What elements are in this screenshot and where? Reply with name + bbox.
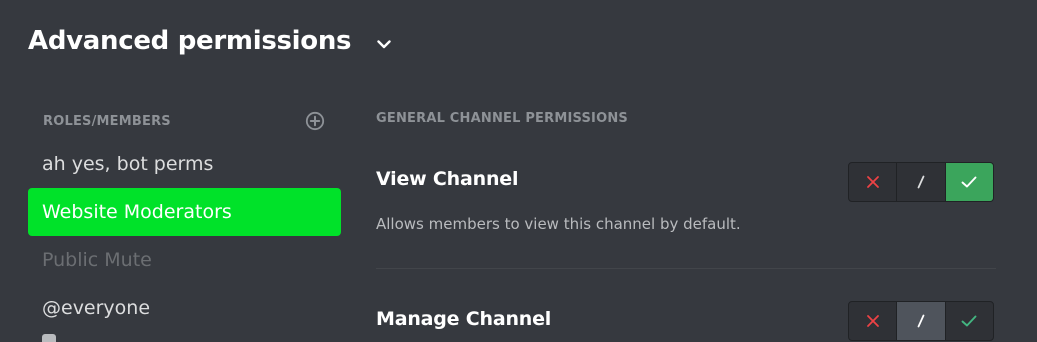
role-item[interactable]: Public Mute: [28, 236, 341, 284]
neutral-button[interactable]: [896, 163, 944, 201]
role-label: @everyone: [42, 297, 151, 319]
role-label: Public Mute: [42, 249, 152, 271]
permission-name: Manage Channel: [376, 308, 552, 330]
slash-icon: [917, 314, 925, 328]
checkmark-icon: [961, 315, 977, 327]
role-item-selected[interactable]: Website Moderators: [28, 188, 341, 236]
roles-members-title: ROLES/MEMBERS: [43, 113, 171, 129]
allow-button[interactable]: [944, 163, 993, 201]
manage-channel-permission-toggle: [848, 301, 994, 341]
permissions-page: Advanced permissions ROLES/MEMBERS ah ye…: [0, 0, 1037, 342]
close-icon: [866, 315, 879, 327]
add-circle-icon[interactable]: [305, 111, 325, 131]
close-icon: [866, 176, 879, 188]
role-item[interactable]: @everyone: [28, 284, 341, 332]
permission-list: GENERAL CHANNEL PERMISSIONS View Channel…: [376, 0, 996, 342]
slash-icon: [917, 175, 925, 189]
role-label: ah yes, bot perms: [42, 153, 214, 175]
role-item[interactable]: ah yes, bot perms: [28, 140, 341, 188]
permission-divider: [376, 268, 996, 269]
deny-button[interactable]: [849, 163, 896, 201]
permission-description: Allows members to view this channel by d…: [376, 215, 741, 233]
allow-button[interactable]: [944, 302, 993, 340]
permission-group-title: GENERAL CHANNEL PERMISSIONS: [376, 111, 628, 126]
section-title: Advanced permissions: [28, 26, 352, 56]
partially-visible-member-avatar[interactable]: [42, 334, 56, 342]
advanced-permissions-header[interactable]: Advanced permissions: [28, 26, 393, 56]
view-channel-permission-toggle: [848, 162, 994, 202]
neutral-button[interactable]: [896, 302, 945, 340]
permission-name: View Channel: [376, 168, 519, 190]
deny-button[interactable]: [849, 302, 896, 340]
roles-members-header: ROLES/MEMBERS: [43, 111, 325, 131]
role-list: ah yes, bot perms Website Moderators Pub…: [28, 140, 341, 332]
role-label: Website Moderators: [42, 201, 232, 223]
checkmark-icon: [961, 176, 977, 188]
